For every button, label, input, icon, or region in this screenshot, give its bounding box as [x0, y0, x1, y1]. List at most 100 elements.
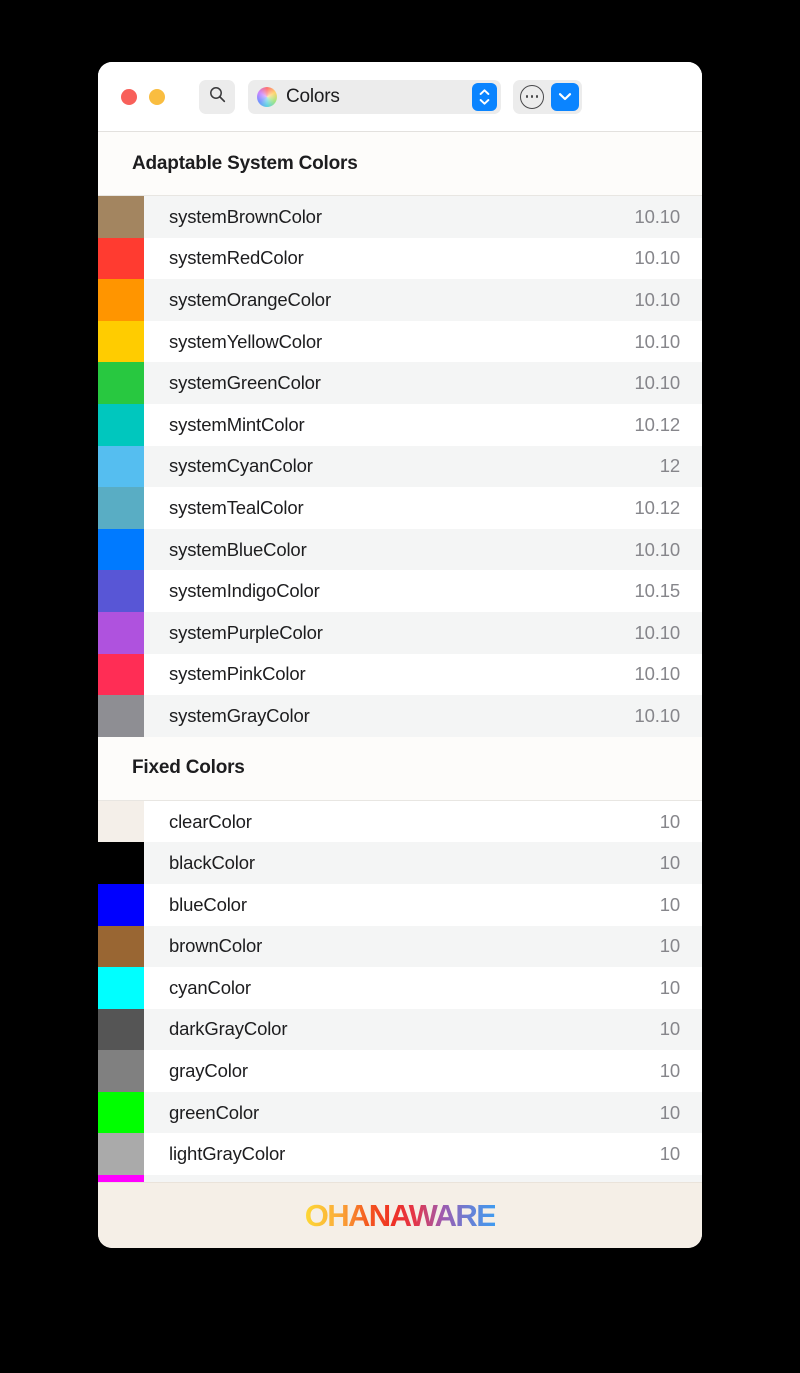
- table-row[interactable]: systemBrownColor 10.10: [98, 196, 702, 238]
- table-row[interactable]: systemIndigoColor 10.15: [98, 570, 702, 612]
- availability-version: 10: [659, 1143, 680, 1165]
- color-swatch: [98, 237, 144, 280]
- color-name: systemBlueColor: [169, 538, 307, 560]
- color-name: systemIndigoColor: [169, 580, 320, 602]
- section-rows: clearColor 10 blackColor 10 blueColor 10 brown…: [98, 800, 702, 1182]
- color-swatch: [98, 362, 144, 404]
- section-header: Adaptable System Colors: [98, 132, 702, 196]
- availability-version: 10.10: [634, 663, 680, 685]
- availability-version: 10: [659, 935, 680, 957]
- color-name: brownColor: [169, 935, 263, 957]
- toolbar-right-group: [513, 79, 582, 114]
- table-row[interactable]: systemGreenColor 10.10: [98, 362, 702, 404]
- traffic-light-group: [121, 88, 165, 105]
- table-row[interactable]: systemOrangeColor 10.10: [98, 279, 702, 321]
- color-swatch: [98, 445, 144, 488]
- table-row[interactable]: lightGrayColor 10: [98, 1133, 702, 1176]
- color-swatch: [98, 1133, 144, 1176]
- ellipsis-circle-icon[interactable]: [520, 84, 544, 109]
- color-name: blueColor: [169, 893, 247, 915]
- availability-version: 10.10: [634, 330, 680, 352]
- color-swatch: [98, 1175, 144, 1182]
- color-name: systemGreenColor: [169, 372, 321, 394]
- minimize-window-button[interactable]: [149, 88, 165, 105]
- table-row[interactable]: systemPinkColor 10.10: [98, 653, 702, 696]
- availability-version: 10.12: [634, 496, 680, 518]
- table-row[interactable]: systemGrayColor 10.10: [98, 695, 702, 737]
- color-name: systemMintColor: [169, 413, 305, 435]
- availability-version: 12: [659, 455, 680, 477]
- color-swatch: [98, 653, 144, 696]
- table-row[interactable]: systemPurpleColor 10.10: [98, 611, 702, 654]
- color-swatch: [98, 1050, 144, 1092]
- table-row[interactable]: systemMintColor 10.12: [98, 403, 702, 446]
- table-row[interactable]: clearColor 10: [98, 800, 702, 843]
- colors-popup-button[interactable]: Colors: [248, 79, 501, 114]
- color-name: systemYellowColor: [169, 330, 323, 352]
- disclosure-button[interactable]: [551, 82, 579, 111]
- color-swatch: [98, 1008, 144, 1051]
- color-swatch: [98, 570, 144, 612]
- table-row[interactable]: cyanColor 10: [98, 967, 702, 1009]
- section-header: Fixed Colors: [98, 736, 702, 801]
- table-row[interactable]: blackColor 10: [98, 842, 702, 884]
- color-name: systemPurpleColor: [169, 621, 323, 643]
- table-row[interactable]: systemTealColor 10.12: [98, 487, 702, 529]
- table-row[interactable]: grayColor 10: [98, 1050, 702, 1092]
- color-name: darkGrayColor: [169, 1018, 288, 1040]
- popup-selected-label: Colors: [286, 85, 340, 107]
- table-row[interactable]: systemYellowColor 10.10: [98, 320, 702, 363]
- close-window-button[interactable]: [121, 88, 137, 105]
- table-row[interactable]: magentaColor10: [98, 1175, 702, 1182]
- ellipsis-dot: [525, 95, 529, 98]
- color-swatch: [98, 1091, 144, 1134]
- availability-version: 10.10: [634, 621, 680, 643]
- color-swatch: [98, 528, 144, 571]
- availability-version: 10: [659, 976, 680, 998]
- color-name: systemTealColor: [169, 496, 304, 518]
- color-swatch: [98, 403, 144, 446]
- availability-version: 10.10: [634, 538, 680, 560]
- color-name: cyanColor: [169, 976, 251, 998]
- availability-version: 10.10: [634, 372, 680, 394]
- availability-version: 10: [659, 852, 680, 874]
- ohanaware-logo[interactable]: OHANAWARE: [305, 1198, 497, 1234]
- color-swatch: [98, 695, 144, 737]
- availability-version: 10: [659, 1101, 680, 1123]
- ellipsis-dot: [535, 95, 539, 98]
- color-swatch: [98, 883, 144, 926]
- color-name: systemOrangeColor: [169, 288, 331, 310]
- colors-list[interactable]: Adaptable System Colors systemBrownColor 1…: [98, 132, 702, 1182]
- color-name: lightGrayColor: [169, 1143, 286, 1165]
- color-name: greenColor: [169, 1101, 260, 1123]
- availability-version: 10: [659, 893, 680, 915]
- table-row[interactable]: blueColor 10: [98, 883, 702, 926]
- window-toolbar: Colors: [98, 62, 702, 132]
- chevron-down-icon: [558, 88, 572, 106]
- color-swatch: [98, 967, 144, 1009]
- screenshot-stage: Colors Adaptable System Colors systemBro…: [0, 0, 800, 1373]
- table-row[interactable]: systemRedColor 10.10: [98, 237, 702, 280]
- color-name: systemPinkColor: [169, 663, 306, 685]
- color-swatch: [98, 800, 144, 843]
- colors-window: Colors Adaptable System Colors systemBro…: [98, 62, 702, 1248]
- table-row[interactable]: systemCyanColor 12: [98, 445, 702, 488]
- ellipsis-dot: [530, 95, 534, 98]
- stepper-up-down-icon[interactable]: [472, 82, 497, 111]
- table-row[interactable]: greenColor 10: [98, 1091, 702, 1134]
- availability-version: 10.12: [634, 413, 680, 435]
- color-swatch: [98, 320, 144, 363]
- search-button[interactable]: [199, 79, 235, 114]
- color-name: systemBrownColor: [169, 205, 322, 227]
- table-row[interactable]: systemBlueColor 10.10: [98, 528, 702, 571]
- availability-version: 10.10: [634, 205, 680, 227]
- color-swatch: [98, 925, 144, 968]
- section-rows: systemBrownColor 10.10 systemRedColor 10.10…: [98, 196, 702, 737]
- table-row[interactable]: brownColor 10: [98, 925, 702, 968]
- search-icon: [209, 86, 226, 108]
- color-swatch: [98, 196, 144, 238]
- color-name: blackColor: [169, 852, 255, 874]
- color-swatch: [98, 487, 144, 529]
- table-row[interactable]: darkGrayColor 10: [98, 1008, 702, 1051]
- color-swatch: [98, 279, 144, 321]
